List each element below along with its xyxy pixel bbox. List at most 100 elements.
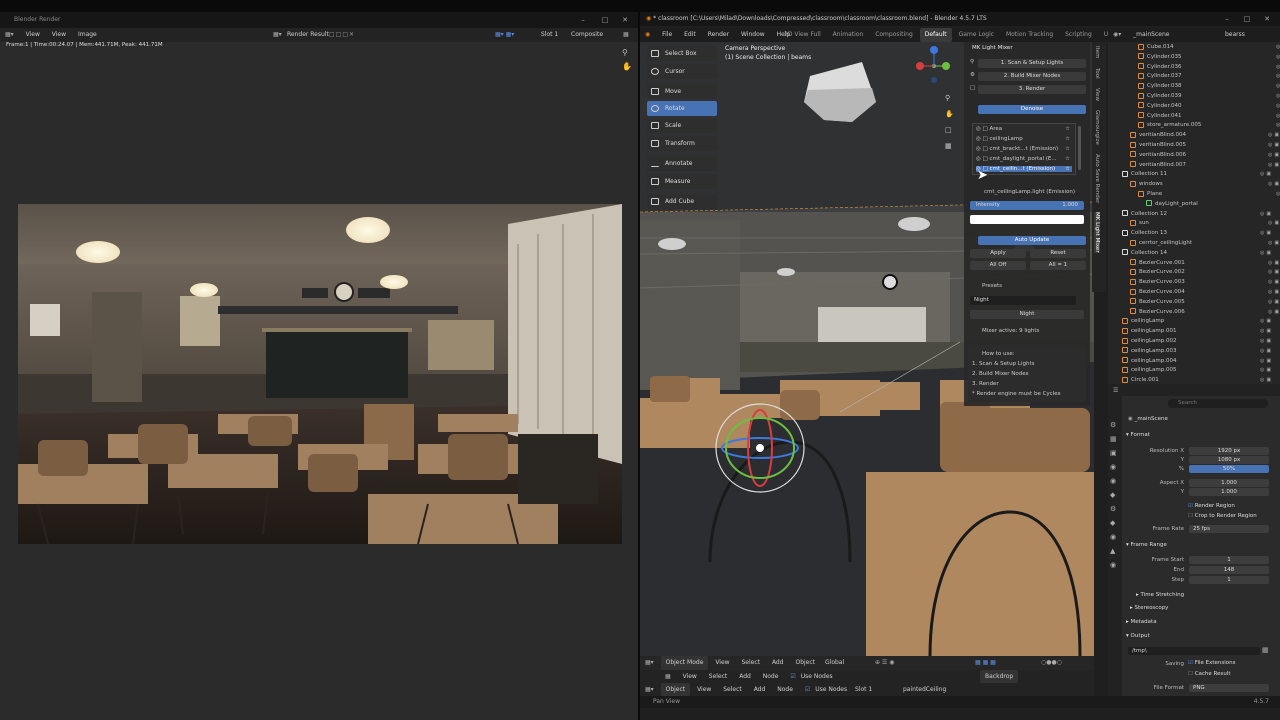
properties-search[interactable]: Search — [1168, 399, 1268, 408]
time-stretching-section[interactable]: ▸ Time Stretching — [1136, 592, 1184, 598]
frame-rate-select[interactable]: 25 fps — [1189, 525, 1269, 533]
main-close-button[interactable]: ✕ — [1254, 12, 1280, 26]
outliner-row[interactable]: Circle.001 ◎▣ — [1122, 375, 1280, 384]
visibility-eye-icon[interactable]: ◎▣ — [1276, 83, 1280, 89]
visibility-eye-icon[interactable]: ◎▣ — [1268, 299, 1280, 305]
step-field[interactable]: 1 — [1189, 576, 1269, 584]
visibility-eye-icon[interactable]: ◎▣ — [1260, 367, 1276, 373]
ne2-menu-select[interactable]: Select — [718, 683, 747, 696]
outliner-row[interactable]: ceilingLamp.003 ◎▣ — [1122, 346, 1280, 356]
star-icon[interactable]: ☆ — [1065, 126, 1070, 132]
outliner-row[interactable]: store_armature.005 ◎▣ — [1138, 120, 1280, 130]
visibility-eye-icon[interactable]: ◎▣ — [1276, 191, 1280, 197]
use-nodes-checkbox[interactable]: ☑ — [785, 670, 800, 683]
display-icons[interactable]: ▦▾ ▦▾ — [490, 28, 519, 42]
outliner-row[interactable]: veritianBlind.004 ◎▣ — [1130, 130, 1280, 140]
output-section[interactable]: ▾ Output — [1126, 633, 1150, 639]
outliner-row[interactable]: Cylinder.038 ◎▣ — [1138, 81, 1280, 91]
ne-material-select[interactable]: paintedCeiling — [898, 683, 951, 696]
tool-rotate[interactable]: Rotate — [647, 101, 717, 116]
tool-select-box[interactable]: Select Box — [647, 46, 717, 61]
overlay-icons[interactable]: ▦ ▦ ▦ — [970, 656, 1001, 670]
outliner-row[interactable]: dayLight_portal◎▣ — [1146, 199, 1280, 209]
ne-menu-view[interactable]: View — [678, 670, 702, 683]
visibility-eye-icon[interactable]: ◎▣ — [1268, 142, 1280, 148]
crop-region-checkbox[interactable]: ☐ Crop to Render Region — [1188, 513, 1257, 519]
vp-menu-select[interactable]: Select — [737, 656, 766, 670]
menu-window[interactable]: Window — [736, 28, 770, 42]
render-region-checkbox[interactable]: ☑ Render Region — [1188, 503, 1235, 509]
snapping-icons[interactable]: ⊕ ☰ ◉ — [870, 656, 899, 670]
render-button[interactable]: 3. Render — [978, 85, 1086, 94]
outliner-row[interactable]: Cylinder.040 ◎▣ — [1138, 101, 1280, 111]
scene-name[interactable]: _mainScene — [1128, 28, 1174, 42]
file-extensions-checkbox[interactable]: ☑ File Extensions — [1188, 660, 1236, 666]
outliner-row[interactable]: veritianBlind.006 ◎▣ — [1130, 150, 1280, 160]
visibility-eye-icon[interactable]: ◎▣ — [1268, 240, 1280, 246]
visibility-eye-icon[interactable]: ◎▣ — [1268, 279, 1280, 285]
outliner-row[interactable]: Cylinder.037 ◎▣ — [1138, 71, 1280, 81]
outliner-row[interactable]: Plane ◎▣ — [1138, 189, 1280, 199]
outliner-row[interactable]: ceilingLamp.001 ◎▣ — [1122, 326, 1280, 336]
side-tab-view[interactable]: View — [1094, 88, 1100, 101]
all-one-button[interactable]: All = 1 — [1030, 261, 1086, 270]
resolution-y-field[interactable]: 1080 px — [1189, 456, 1269, 464]
color-swatch[interactable] — [970, 215, 1084, 224]
tool-cursor[interactable]: Cursor — [647, 64, 717, 79]
frame-range-section[interactable]: ▾ Frame Range — [1126, 542, 1167, 548]
tab-scripting[interactable]: Scripting — [1060, 28, 1097, 42]
frame-start-field[interactable]: 1 — [1189, 556, 1269, 564]
visibility-eye-icon[interactable]: ◎▣ — [1276, 103, 1280, 109]
editor-type-icon[interactable]: ▦▾ — [640, 656, 659, 670]
apply-button[interactable]: Apply — [970, 249, 1026, 258]
shading-icons[interactable]: ○●●○ — [1036, 656, 1067, 670]
outliner-row[interactable]: BezierCurve.005 ◎▣ — [1130, 297, 1280, 307]
tab-default[interactable]: Default — [919, 28, 952, 42]
vp-menu-object[interactable]: Object — [790, 656, 820, 670]
outliner-row[interactable]: Cube.014 ◎▣ — [1138, 42, 1280, 52]
menu-view-2[interactable]: View — [47, 28, 71, 42]
vp-menu-add[interactable]: Add — [767, 656, 789, 670]
outliner-row[interactable]: BezierCurve.006 ◎▣ — [1130, 307, 1280, 317]
scan-setup-button[interactable]: 1. Scan & Setup Lights — [978, 59, 1086, 68]
outliner-row[interactable]: Cylinder.039 ◎▣ — [1138, 91, 1280, 101]
all-off-button[interactable]: All Off — [970, 261, 1026, 270]
ne-menu-add[interactable]: Add — [734, 670, 756, 683]
outliner-row[interactable]: Collection 14 ◎▣ — [1122, 248, 1280, 258]
visibility-eye-icon[interactable]: ◎▣ — [1260, 211, 1276, 217]
visibility-eye-icon[interactable]: ◎▣ — [1260, 338, 1276, 344]
ne2-use-nodes-checkbox[interactable]: ☑ — [800, 683, 815, 696]
visibility-eye-icon[interactable]: ◎▣ — [1268, 162, 1280, 168]
menu-image[interactable]: Image — [73, 28, 102, 42]
format-section-header[interactable]: ▾ Format — [1126, 432, 1150, 438]
outliner-row[interactable]: BezierCurve.001 ◎▣ — [1130, 258, 1280, 268]
outliner-row[interactable]: sun ◎▣ — [1130, 218, 1280, 228]
side-tab-mk-light-mixer[interactable]: MK Light Mixer — [1094, 212, 1100, 253]
tool-transform[interactable]: Transform — [647, 136, 717, 151]
visibility-eye-icon[interactable]: ◎▣ — [1260, 348, 1276, 354]
star-icon[interactable]: ☆ — [1065, 156, 1070, 162]
vp-menu-view[interactable]: View — [710, 656, 734, 670]
outliner-row[interactable]: windows ◎▣ — [1130, 179, 1280, 189]
outliner-row[interactable]: BezierCurve.002 ◎▣ — [1130, 267, 1280, 277]
view-layer-name[interactable]: bearss — [1220, 28, 1250, 42]
eye-icon[interactable]: ◎ — [976, 136, 981, 142]
visibility-eye-icon[interactable]: ◎▣ — [1260, 318, 1276, 324]
folder-icon[interactable]: ▦ — [1262, 646, 1269, 654]
visibility-eye-icon[interactable]: ◎▣ — [1260, 377, 1276, 383]
side-tab-tool[interactable]: Tool — [1094, 68, 1100, 79]
outliner-row[interactable]: Collection 13 ◎▣ — [1122, 228, 1280, 238]
cache-result-checkbox[interactable]: ☐ Cache Result — [1188, 671, 1231, 677]
output-path-field[interactable]: /tmp\ — [1128, 647, 1260, 655]
star-icon[interactable]: ☆ — [1065, 146, 1070, 152]
outliner-row[interactable]: ceilingLamp.002 ◎▣ — [1122, 336, 1280, 346]
ne2-menu-node[interactable]: Node — [772, 683, 798, 696]
visibility-eye-icon[interactable]: ◎▣ — [1268, 269, 1280, 275]
visibility-eye-icon[interactable]: ◎▣ — [1276, 113, 1280, 119]
visibility-eye-icon[interactable]: ◎▣ — [1268, 152, 1280, 158]
tool-annotate[interactable]: Annotate — [647, 156, 717, 171]
visibility-eye-icon[interactable]: ◎▣ — [1268, 220, 1280, 226]
eye-icon[interactable]: ◎ — [976, 146, 981, 152]
outliner-row[interactable]: Cylinder.036 ◎▣ — [1138, 62, 1280, 72]
light-item-ceilinglamp[interactable]: ◎ □ ceilingLamp ☆ — [976, 136, 1072, 142]
